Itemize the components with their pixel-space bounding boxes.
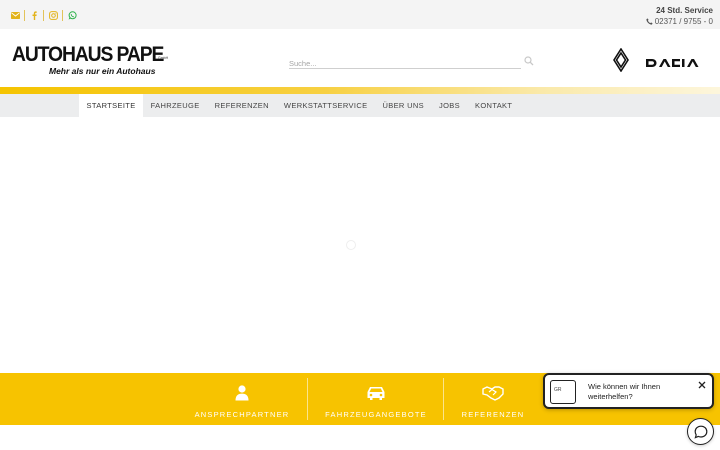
car-icon [366, 385, 386, 406]
divider [43, 9, 44, 21]
nav-item-ueber-uns[interactable]: ÜBER UNS [375, 94, 432, 117]
divider [307, 378, 308, 420]
search-box [289, 53, 521, 71]
avatar-text: GR [554, 387, 562, 393]
dacia-logo[interactable] [645, 55, 705, 67]
logo-suffix: GmbH [158, 56, 169, 60]
instagram-icon[interactable] [45, 9, 61, 21]
whatsapp-icon[interactable] [64, 9, 80, 21]
main-nav: STARTSEITE FAHRZEUGE REFERENZEN WERKSTAT… [0, 94, 720, 117]
nav-item-jobs[interactable]: JOBS [432, 94, 468, 117]
chat-message: Wie können wir Ihnen weiterhelfen? [588, 382, 661, 401]
chat-launcher-button[interactable] [687, 418, 714, 445]
tile-ansprechpartner[interactable]: ANSPRECHPARTNER [177, 379, 307, 419]
search-input[interactable] [289, 56, 509, 71]
logo-name: AUTOHAUS PAPE [12, 43, 164, 66]
search-button[interactable] [522, 54, 536, 68]
chat-bubble-icon [693, 425, 707, 439]
chat-close-button[interactable] [697, 380, 707, 390]
nav-item-referenzen[interactable]: REFERENZEN [207, 94, 276, 117]
service-title: 24 Std. Service [656, 6, 713, 15]
envelope-icon[interactable] [7, 9, 23, 21]
divider [24, 9, 25, 21]
loading-spinner [346, 240, 356, 250]
service-info: 24 Std. Service 02371 / 9755 - 0 [646, 5, 713, 27]
accent-stripe [0, 87, 720, 94]
phone-number[interactable]: 02371 / 9755 - 0 [655, 16, 713, 27]
chat-popup[interactable]: GR Wie können wir Ihnen weiterhelfen? [543, 373, 714, 409]
tile-fahrzeugangebote[interactable]: FAHRZEUGANGEBOTE [311, 379, 441, 419]
phone-icon [646, 18, 653, 25]
handshake-icon [482, 385, 504, 406]
service-phone[interactable]: 02371 / 9755 - 0 [646, 16, 713, 27]
divider [62, 9, 63, 21]
person-icon [235, 385, 249, 406]
search-icon [524, 56, 534, 66]
tile-label: FAHRZEUGANGEBOTE [325, 410, 427, 419]
tile-label: ANSPRECHPARTNER [194, 410, 290, 419]
close-icon [698, 381, 706, 389]
site-logo[interactable]: AUTOHAUS PAPE GmbH Mehr als nur ein Auto… [12, 43, 172, 77]
nav-item-kontakt[interactable]: KONTAKT [468, 94, 520, 117]
renault-logo[interactable] [612, 47, 630, 73]
logo-slogan: Mehr als nur ein Autohaus [49, 66, 156, 76]
site-header: AUTOHAUS PAPE GmbH Mehr als nur ein Auto… [0, 29, 720, 87]
top-bar: 24 Std. Service 02371 / 9755 - 0 [0, 0, 720, 29]
nav-item-startseite[interactable]: STARTSEITE [79, 94, 144, 117]
social-links [7, 9, 80, 21]
tile-referenzen[interactable]: REFERENZEN [428, 379, 558, 419]
facebook-icon[interactable] [26, 9, 42, 21]
nav-item-fahrzeuge[interactable]: FAHRZEUGE [143, 94, 207, 117]
nav-item-werkstattservice[interactable]: WERKSTATTSERVICE [276, 94, 375, 117]
chat-avatar: GR [550, 380, 576, 404]
tile-label: REFERENZEN [461, 410, 525, 419]
